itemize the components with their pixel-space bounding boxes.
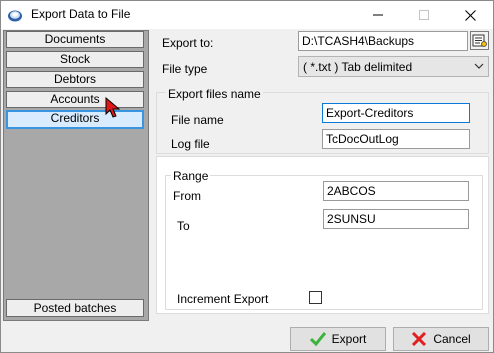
export-to-field[interactable]: D:\TCASH4\Backups	[298, 31, 468, 51]
maximize-icon	[419, 10, 429, 20]
chevron-down-icon	[474, 63, 484, 69]
sidebar-item-debtors[interactable]: Debtors	[6, 71, 144, 88]
export-button-label: Export	[331, 332, 367, 346]
sidebar-item-stock[interactable]: Stock	[6, 51, 144, 68]
log-file-field[interactable]: TcDocOutLog	[322, 129, 470, 149]
title-bar: Export Data to File	[1, 1, 493, 29]
minimize-button[interactable]	[355, 1, 401, 29]
to-field[interactable]: 2SUNSU	[323, 209, 469, 229]
sidebar-item-posted-batches[interactable]: Posted batches	[6, 299, 144, 317]
file-name-field[interactable]: Export-Creditors	[322, 103, 470, 123]
close-icon	[464, 9, 476, 21]
browse-button[interactable]	[470, 31, 489, 50]
to-label: To	[177, 219, 190, 233]
file-type-label: File type	[162, 62, 208, 76]
cancel-button-label: Cancel	[433, 332, 471, 346]
export-to-label: Export to:	[162, 36, 214, 50]
cancel-button[interactable]: Cancel	[393, 327, 489, 351]
sidebar-item-creditors[interactable]: Creditors	[6, 110, 144, 129]
app-icon	[8, 10, 22, 22]
export-files-group-title: Export files name	[166, 87, 263, 101]
range-panel: Range From 2ABCOS To 2SUNSU Increment Ex…	[156, 156, 489, 314]
window-title: Export Data to File	[31, 7, 131, 21]
minimize-icon	[373, 14, 383, 16]
file-name-label: File name	[171, 113, 224, 127]
file-type-value: ( *.txt ) Tab delimited	[303, 60, 413, 74]
sidebar-item-documents[interactable]: Documents	[6, 31, 144, 48]
increment-export-checkbox[interactable]	[309, 291, 322, 304]
maximize-button[interactable]	[401, 1, 447, 29]
increment-export-label: Increment Export	[177, 292, 269, 306]
log-file-label: Log file	[171, 137, 210, 151]
from-label: From	[173, 189, 201, 203]
category-sidebar: Documents Stock Debtors Accounts Credito…	[3, 30, 149, 321]
range-group-title: Range	[171, 169, 211, 183]
checkmark-icon	[309, 332, 326, 346]
export-button[interactable]: Export	[290, 327, 386, 351]
browse-icon	[472, 34, 487, 47]
mouse-cursor-icon	[105, 97, 121, 118]
cancel-x-icon	[412, 332, 427, 346]
export-dialog-window: Export Data to File Documents Stock Debt…	[0, 0, 494, 353]
file-type-select[interactable]: ( *.txt ) Tab delimited	[298, 56, 489, 77]
sidebar-item-accounts[interactable]: Accounts	[6, 91, 144, 108]
from-field[interactable]: 2ABCOS	[323, 181, 469, 201]
close-button[interactable]	[447, 1, 493, 29]
